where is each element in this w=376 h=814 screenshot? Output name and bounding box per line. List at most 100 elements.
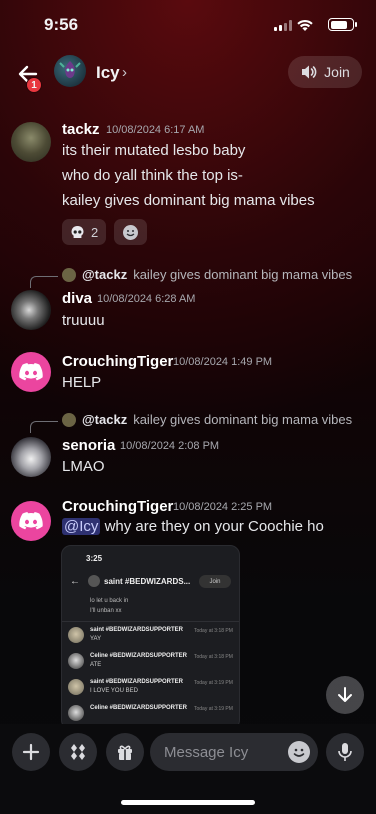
join-voice-button: Join bbox=[199, 575, 231, 588]
message-text: who do yall think the top is- bbox=[62, 167, 243, 184]
message-timestamp: 10/08/2024 6:28 AM bbox=[97, 293, 196, 305]
attachment-text: I'll unban xx bbox=[90, 608, 122, 614]
message-author[interactable]: CrouchingTiger bbox=[62, 353, 173, 370]
message-author[interactable]: senoria bbox=[62, 437, 115, 454]
reply-text: kailey gives dominant big mama vibes bbox=[133, 412, 353, 427]
message-group: CrouchingTiger 10/08/2024 2:25 PM @Icy w… bbox=[0, 495, 376, 545]
join-label: Join bbox=[324, 64, 350, 80]
message-author[interactable]: CrouchingTiger bbox=[62, 498, 173, 515]
avatar[interactable] bbox=[11, 437, 51, 477]
attachment-message: ATE bbox=[90, 662, 102, 668]
attachment-timestamp: Today at 3:18 PM bbox=[194, 654, 233, 660]
attachment-author: saint #BEDWIZARDSUPPORTER bbox=[90, 679, 184, 685]
message-text: LMAO bbox=[62, 458, 105, 475]
avatar[interactable] bbox=[11, 501, 51, 541]
gift-icon bbox=[118, 745, 132, 760]
add-reaction-button[interactable] bbox=[114, 219, 148, 245]
join-voice-button[interactable]: Join bbox=[288, 56, 362, 88]
reply-mention: @tackz bbox=[82, 412, 128, 427]
reply-text: kailey gives dominant big mama vibes bbox=[133, 267, 353, 282]
join-label: Join bbox=[209, 578, 221, 585]
reply-preview[interactable]: @tackz kailey gives dominant big mama vi… bbox=[62, 267, 352, 282]
skull-icon bbox=[71, 225, 84, 238]
add-reaction-icon bbox=[123, 224, 139, 240]
message-timestamp: 10/08/2024 2:25 PM bbox=[173, 501, 273, 513]
message-timestamp: 10/08/2024 6:17 AM bbox=[106, 124, 205, 136]
user-mention[interactable]: @Icy bbox=[62, 518, 101, 535]
attachment-author: Celine #BEDWIZARDSUPPORTER bbox=[90, 653, 188, 659]
list-item: saint #BEDWIZARDSUPPORTER Today at 3:19 … bbox=[68, 679, 238, 703]
message-author[interactable]: tackz bbox=[62, 121, 100, 138]
channel-title[interactable]: Icy bbox=[96, 63, 120, 83]
reply-mention: @tackz bbox=[82, 267, 128, 282]
reaction-bar: 2 bbox=[62, 219, 148, 245]
avatar[interactable] bbox=[54, 55, 86, 87]
attachment-message: I LOVE YOU BED bbox=[90, 688, 138, 694]
avatar bbox=[88, 575, 100, 587]
message-text: truuuu bbox=[62, 312, 105, 329]
microphone-icon bbox=[338, 743, 352, 761]
apps-button[interactable] bbox=[59, 733, 97, 771]
status-bar: 9:56 bbox=[0, 0, 376, 50]
reply-connector bbox=[30, 276, 58, 288]
avatar[interactable] bbox=[11, 352, 51, 392]
message-group: tackz 10/08/2024 6:17 AM its their mutat… bbox=[0, 118, 376, 248]
avatar bbox=[62, 267, 76, 282]
message-composer bbox=[0, 724, 376, 814]
message-text: HELP bbox=[62, 374, 102, 391]
avatar[interactable] bbox=[11, 290, 51, 330]
avatar bbox=[68, 679, 84, 695]
image-attachment[interactable]: 3:25 ← saint #BEDWIZARDS... Join lo let … bbox=[61, 545, 240, 730]
battery-icon bbox=[328, 18, 357, 31]
divider bbox=[62, 621, 239, 622]
discord-logo-icon bbox=[19, 512, 43, 530]
message-text-body: why are they on your Coochie ho bbox=[100, 518, 324, 535]
reaction-skull[interactable]: 2 bbox=[62, 219, 107, 245]
plus-icon bbox=[22, 743, 40, 761]
home-indicator bbox=[121, 800, 255, 805]
message-author[interactable]: diva bbox=[62, 290, 92, 307]
attachment-author: saint #BEDWIZARDSUPPORTER bbox=[90, 627, 184, 633]
speaker-icon bbox=[302, 65, 317, 79]
avatar-art-icon bbox=[59, 61, 81, 78]
back-arrow-icon: ← bbox=[70, 576, 80, 587]
jump-to-bottom-button[interactable] bbox=[326, 676, 364, 714]
emoji-button[interactable] bbox=[288, 741, 310, 763]
reply-connector bbox=[30, 421, 58, 433]
avatar bbox=[68, 705, 84, 721]
gift-button[interactable] bbox=[106, 733, 144, 771]
discord-logo-icon bbox=[19, 363, 43, 381]
attachment-time: 3:25 bbox=[86, 554, 103, 563]
message-timestamp: 10/08/2024 2:08 PM bbox=[120, 440, 220, 452]
attachment-timestamp: Today at 3:19 PM bbox=[194, 680, 233, 686]
reply-preview[interactable]: @tackz kailey gives dominant big mama vi… bbox=[62, 412, 352, 427]
arrow-down-icon bbox=[338, 687, 352, 702]
message-group: CrouchingTiger 10/08/2024 1:49 PM HELP bbox=[0, 350, 376, 400]
message-input[interactable] bbox=[164, 733, 284, 771]
avatar bbox=[68, 627, 84, 643]
message-group: @tackz kailey gives dominant big mama vi… bbox=[0, 264, 376, 334]
avatar bbox=[62, 412, 76, 427]
signal-icon bbox=[274, 20, 292, 31]
status-time: 9:56 bbox=[44, 15, 79, 34]
list-item: Celine #BEDWIZARDSUPPORTER Today at 3:18… bbox=[68, 653, 238, 677]
add-attachment-button[interactable] bbox=[12, 733, 50, 771]
message-input-wrapper bbox=[150, 733, 318, 771]
attachment-title: saint #BEDWIZARDS... bbox=[104, 577, 191, 586]
avatar bbox=[68, 653, 84, 669]
message-text: its their mutated lesbo baby bbox=[62, 142, 246, 159]
channel-header: 1 Icy › Join bbox=[0, 50, 376, 96]
message-text: @Icy why are they on your Coochie ho bbox=[62, 518, 324, 535]
attachment-author: Celine #BEDWIZARDSUPPORTER bbox=[90, 705, 188, 711]
wifi-icon bbox=[297, 19, 313, 31]
attachment-message: YAY bbox=[90, 636, 102, 642]
chevron-right-icon[interactable]: › bbox=[122, 64, 127, 81]
apps-icon bbox=[71, 744, 85, 760]
smiley-icon bbox=[293, 748, 305, 757]
message-text: kailey gives dominant big mama vibes bbox=[62, 192, 315, 209]
attachment-timestamp: Today at 3:19 PM bbox=[194, 706, 233, 712]
reaction-count: 2 bbox=[91, 224, 99, 240]
voice-message-button[interactable] bbox=[326, 733, 364, 771]
avatar[interactable] bbox=[11, 122, 51, 162]
message-timestamp: 10/08/2024 1:49 PM bbox=[173, 356, 273, 368]
